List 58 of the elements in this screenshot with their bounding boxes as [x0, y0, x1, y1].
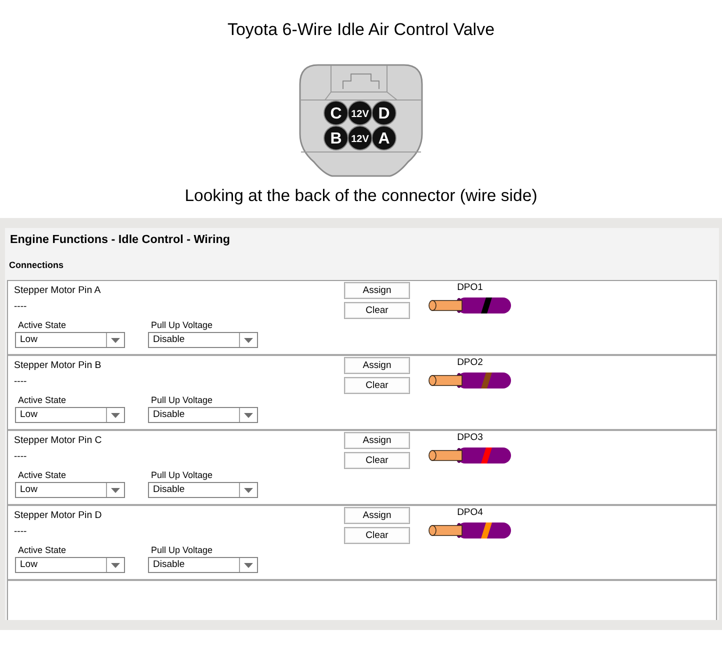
output-label: DPO1 — [457, 282, 483, 294]
connector-pin: A — [372, 126, 396, 150]
caret-icon — [244, 338, 253, 342]
dropdown[interactable]: Low — [15, 482, 125, 498]
diagram-title: Toyota 6-Wire Idle Air Control Valve — [227, 19, 495, 41]
output-label: DPO2 — [457, 357, 483, 369]
action-button[interactable]: Clear — [344, 377, 410, 394]
action-button[interactable]: Assign — [344, 432, 410, 449]
field-label: Pull Up Voltage — [151, 545, 213, 556]
connector-pin: 12V — [348, 100, 372, 126]
caret-icon — [244, 488, 253, 492]
wire-core — [428, 300, 462, 311]
dropdown[interactable]: Disable — [148, 557, 258, 573]
field-label: Active State — [18, 470, 66, 481]
field-label: Active State — [18, 395, 66, 406]
action-button[interactable]: Clear — [344, 527, 410, 544]
caret-icon — [244, 562, 253, 568]
pin-name: Stepper Motor Pin D — [14, 510, 102, 522]
action-button[interactable]: Assign — [344, 357, 410, 374]
caret-icon — [111, 562, 120, 568]
connector-pin: B — [324, 126, 348, 150]
wire-core — [428, 525, 462, 536]
pin-name: Stepper Motor Pin A — [14, 285, 101, 297]
caret-icon — [111, 412, 120, 418]
action-button[interactable]: Clear — [344, 302, 410, 319]
dropdown[interactable]: Disable — [148, 407, 258, 423]
pin-name: Stepper Motor Pin B — [14, 360, 102, 372]
pin-value: ---- — [14, 301, 27, 313]
field-label: Pull Up Voltage — [151, 320, 213, 331]
pin-name: Stepper Motor Pin C — [14, 435, 102, 447]
dropdown[interactable]: Disable — [148, 332, 258, 348]
dropdown[interactable]: Low — [15, 332, 125, 348]
output-label: DPO3 — [457, 432, 483, 444]
dropdown[interactable]: Disable — [148, 482, 258, 498]
field-label: Pull Up Voltage — [151, 395, 213, 406]
connector-pin: 12V — [348, 126, 372, 150]
field-label: Active State — [18, 320, 66, 331]
section-label: Connections — [9, 259, 64, 271]
pin-value: ---- — [14, 376, 27, 388]
caret-icon — [244, 412, 253, 418]
action-button[interactable]: Clear — [344, 452, 410, 469]
caret-icon — [111, 488, 120, 492]
connector-caption: Looking at the back of the connector (wire side) — [184, 185, 538, 206]
field-label: Active State — [18, 545, 66, 556]
field-label: Pull Up Voltage — [151, 470, 213, 481]
dropdown[interactable]: Low — [15, 557, 125, 573]
connector-pin: D — [372, 100, 396, 126]
output-label: DPO4 — [457, 507, 483, 519]
action-button[interactable]: Assign — [344, 282, 410, 299]
wire-core — [428, 375, 462, 386]
action-button[interactable]: Assign — [344, 507, 410, 524]
dropdown[interactable]: Low — [15, 407, 125, 423]
pin-value: ---- — [14, 526, 27, 538]
pin-value: ---- — [14, 451, 27, 463]
panel-title: Engine Functions - Idle Control - Wiring — [10, 233, 230, 247]
caret-icon — [111, 338, 120, 342]
wire-core — [428, 450, 462, 461]
connector-pin: C — [324, 100, 348, 126]
